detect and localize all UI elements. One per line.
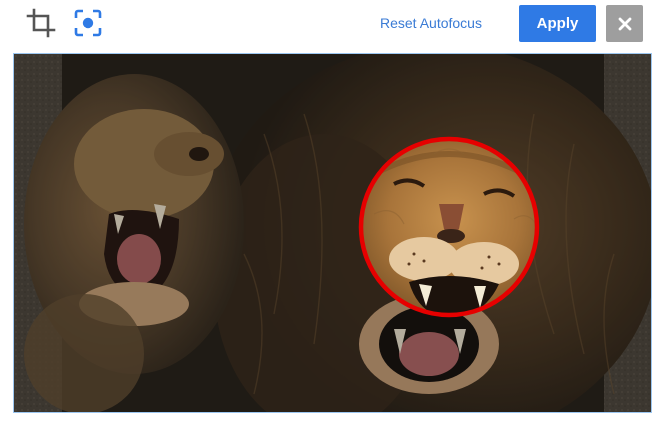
focus-point-icon [74,9,102,37]
image-canvas[interactable] [13,53,652,413]
close-icon [618,17,631,30]
crop-icon [26,8,56,38]
editor-toolbar: Reset Autofocus Apply [0,0,665,52]
focus-tool-button[interactable] [71,6,105,40]
apply-button[interactable]: Apply [519,5,596,42]
close-button[interactable] [606,5,643,42]
reset-autofocus-link[interactable]: Reset Autofocus [380,12,482,34]
lion-photo [14,54,651,412]
crop-tool-button[interactable] [24,6,58,40]
